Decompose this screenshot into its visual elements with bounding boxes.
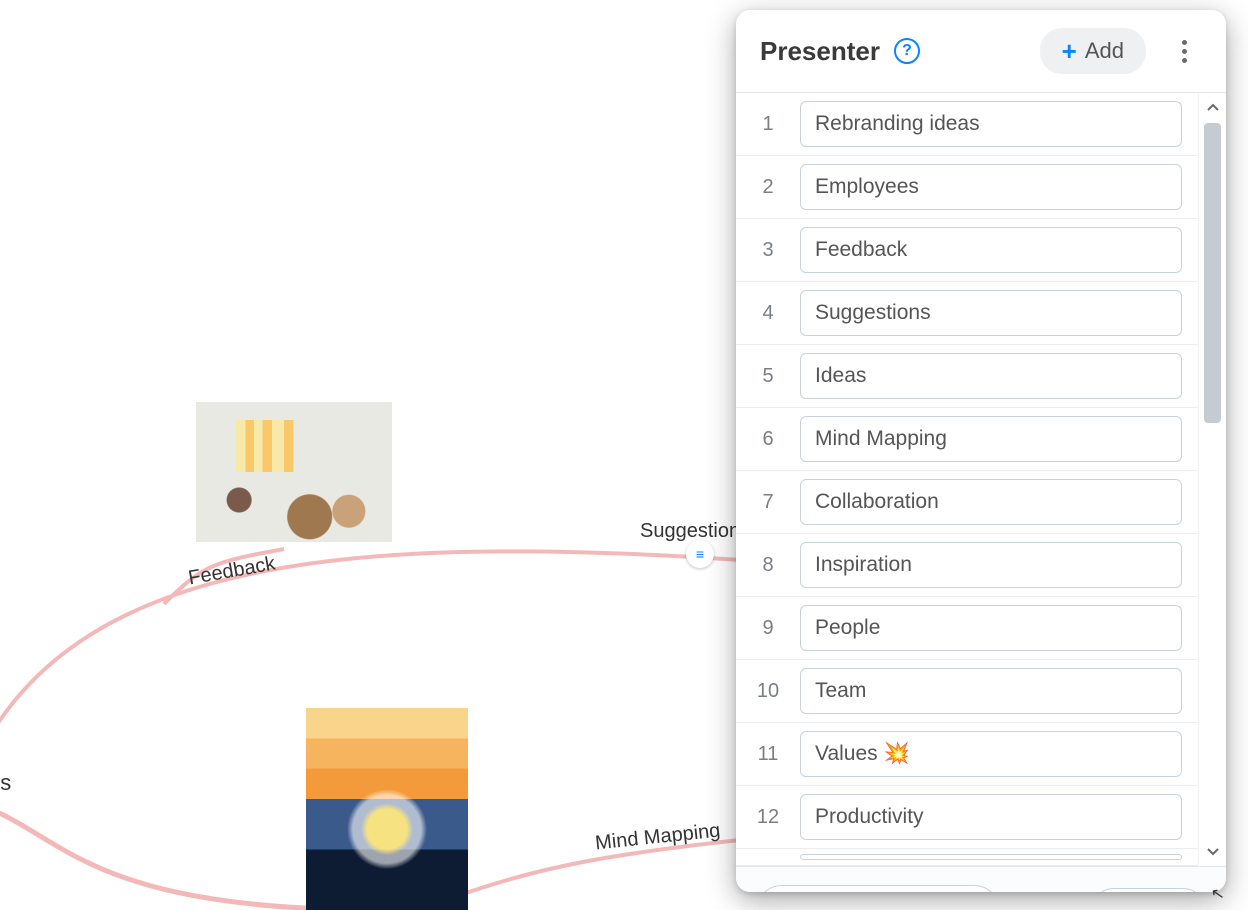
help-icon[interactable]: ?	[894, 38, 920, 64]
slide-row[interactable]: 5Ideas	[736, 345, 1198, 408]
slide-number: 4	[736, 302, 800, 325]
slide-title[interactable]: Employees	[800, 164, 1182, 210]
slide-number: 1	[736, 113, 800, 136]
slide-title[interactable]: Suggestions	[800, 290, 1182, 336]
mindmap-node-partial[interactable]: es	[0, 770, 11, 796]
mindmap-image-feedback[interactable]	[196, 402, 392, 542]
add-slide-button[interactable]: + Add	[1040, 28, 1146, 74]
slide-row[interactable]: 4Suggestions	[736, 282, 1198, 345]
scroll-up-icon[interactable]	[1199, 93, 1226, 121]
slide-title[interactable]: Ideas	[800, 353, 1182, 399]
next-slide-button[interactable]	[1149, 889, 1205, 892]
slide-row[interactable]: 6Mind Mapping	[736, 408, 1198, 471]
presenter-panel: Presenter ? + Add 1Rebranding ideas2Empl…	[736, 10, 1226, 892]
presenter-header: Presenter ? + Add	[736, 10, 1226, 92]
add-button-label: Add	[1085, 38, 1124, 64]
slide-row[interactable]: 12Productivity	[736, 786, 1198, 849]
slide-number: 9	[736, 617, 800, 640]
slide-row[interactable]: 11Values 💥	[736, 723, 1198, 786]
slide-row[interactable]: 1Rebranding ideas	[736, 93, 1198, 156]
slide-number: 6	[736, 428, 800, 451]
slide-number: 5	[736, 365, 800, 388]
slide-row[interactable]: 3Feedback	[736, 219, 1198, 282]
slide-title[interactable]: Feedback	[800, 227, 1182, 273]
slide-title[interactable]: People	[800, 605, 1182, 651]
slide-title[interactable]: Inspiration	[800, 542, 1182, 588]
slide-title[interactable]: Rebranding ideas	[800, 101, 1182, 147]
slide-number: 8	[736, 554, 800, 577]
slide-title[interactable]: Values 💥	[800, 731, 1182, 777]
slide-list[interactable]: 1Rebranding ideas2Employees3Feedback4Sug…	[736, 93, 1198, 866]
node-note-icon[interactable]: ≡	[686, 540, 714, 568]
mindmap-image-idea[interactable]	[306, 708, 468, 910]
slide-number: 10	[736, 680, 800, 703]
slide-title[interactable]: Mind Mapping	[800, 416, 1182, 462]
slide-title[interactable]: Team	[800, 668, 1182, 714]
slide-list-container: 1Rebranding ideas2Employees3Feedback4Sug…	[736, 92, 1226, 866]
slide-row[interactable]: 9People	[736, 597, 1198, 660]
note-icon: ≡	[696, 546, 704, 562]
scrollbar[interactable]	[1198, 93, 1226, 866]
start-presenting-button[interactable]: Start presenting	[756, 885, 1000, 892]
slide-row[interactable]: 2Employees	[736, 156, 1198, 219]
scroll-down-icon[interactable]	[1199, 838, 1226, 866]
presenter-footer: Start presenting	[736, 866, 1226, 892]
slide-number: 7	[736, 491, 800, 514]
slide-row[interactable]	[736, 849, 1198, 866]
slide-number: 12	[736, 806, 800, 829]
slide-title[interactable]: Collaboration	[800, 479, 1182, 525]
plus-icon: +	[1062, 38, 1077, 64]
slide-title[interactable]: Productivity	[800, 794, 1182, 840]
slide-number: 2	[736, 176, 800, 199]
scroll-thumb[interactable]	[1204, 123, 1221, 423]
slide-row[interactable]: 10Team	[736, 660, 1198, 723]
slide-number: 3	[736, 239, 800, 262]
slide-row[interactable]: 8Inspiration	[736, 534, 1198, 597]
slide-row[interactable]: 7Collaboration	[736, 471, 1198, 534]
presenter-title: Presenter	[760, 36, 880, 67]
mindmap-node-suggestions[interactable]: Suggestions	[640, 520, 750, 543]
more-menu-button[interactable]	[1166, 33, 1202, 69]
slide-title[interactable]	[800, 854, 1182, 860]
slide-number: 11	[736, 743, 800, 766]
slide-nav	[1091, 888, 1206, 892]
prev-slide-button[interactable]	[1092, 889, 1148, 892]
